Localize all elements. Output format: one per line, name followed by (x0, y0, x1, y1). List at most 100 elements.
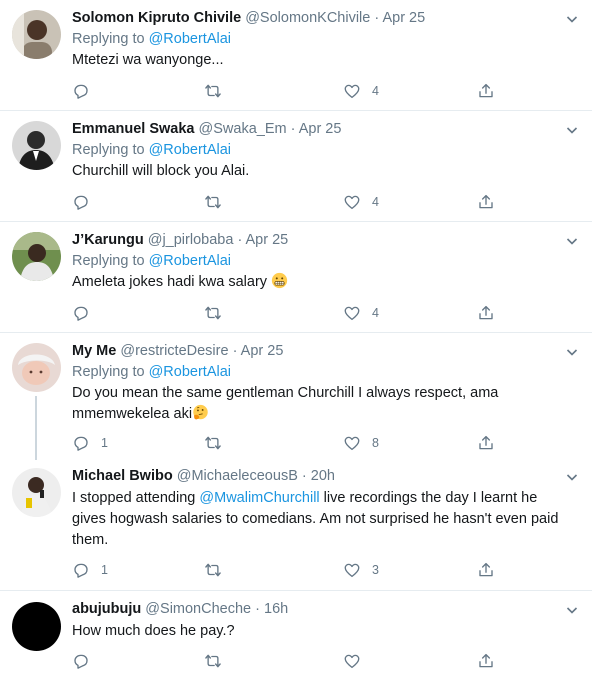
separator-dot: · (301, 468, 307, 484)
like-button[interactable]: 4 (343, 82, 379, 100)
share-button[interactable] (477, 304, 495, 322)
user-handle[interactable]: @restricteDesire (120, 343, 228, 359)
avatar-baby-icon[interactable] (12, 343, 61, 392)
display-name[interactable]: My Me (72, 343, 116, 359)
retweet-button[interactable] (204, 652, 233, 670)
retweet-button[interactable] (204, 304, 233, 322)
tweet-actions: 1 3 (72, 561, 502, 579)
like-button[interactable]: 4 (343, 193, 379, 211)
chevron-down-icon[interactable] (566, 345, 578, 357)
like-button[interactable]: 3 (343, 561, 379, 579)
chevron-down-icon[interactable] (566, 470, 578, 482)
user-handle[interactable]: @j_pirlobaba (148, 232, 234, 248)
user-handle[interactable]: @MichaeleceousB (177, 468, 298, 484)
like-button[interactable] (343, 652, 372, 670)
tweet[interactable]: abujubuju @SimonCheche · 16h How much do… (0, 591, 592, 677)
separator-dot: · (237, 232, 243, 248)
tweet[interactable]: Solomon Kipruto Chivile @SolomonKChivile… (0, 0, 592, 111)
reply-button[interactable]: 1 (72, 561, 108, 579)
replying-label: Replying to (72, 253, 145, 269)
reply-button[interactable]: 1 (72, 434, 108, 452)
tweet-actions: 4 (72, 304, 502, 322)
replying-to: Replying to @RobertAlai (72, 29, 570, 50)
retweet-icon (205, 306, 221, 320)
avatar-man-outdoor-icon[interactable] (12, 232, 61, 281)
replying-to: Replying to @RobertAlai (72, 251, 570, 272)
replying-to-link[interactable]: @RobertAlai (149, 364, 231, 380)
retweet-button[interactable] (204, 561, 233, 579)
share-icon (479, 562, 493, 577)
timestamp[interactable]: Apr 25 (246, 232, 289, 248)
share-button[interactable] (477, 82, 495, 100)
avatar-man-speaking-icon[interactable] (12, 468, 61, 517)
tweet-text-line: Ameleta jokes hadi kwa salary (72, 274, 272, 290)
retweet-icon (205, 195, 221, 209)
replying-to-link[interactable]: @RobertAlai (149, 142, 231, 158)
tweet[interactable]: Emmanuel Swaka @Swaka_Em · Apr 25 Replyi… (0, 111, 592, 222)
timestamp[interactable]: 20h (311, 468, 335, 484)
reply-button[interactable] (72, 193, 101, 211)
share-button[interactable] (477, 652, 495, 670)
retweet-button[interactable] (204, 434, 233, 452)
like-button[interactable]: 4 (343, 304, 379, 322)
chevron-down-icon[interactable] (566, 123, 578, 135)
like-count: 4 (372, 84, 379, 98)
tweet-actions (72, 652, 502, 670)
tweet[interactable]: My Me @restricteDesire · Apr 25 Replying… (0, 333, 592, 460)
user-handle[interactable]: @SolomonKChivile (245, 10, 370, 26)
display-name[interactable]: J’Karungu (72, 232, 144, 248)
separator-dot: · (374, 10, 380, 26)
display-name[interactable]: Solomon Kipruto Chivile (72, 10, 241, 26)
tweet[interactable]: J’Karungu @j_pirlobaba · Apr 25 Replying… (0, 222, 592, 333)
timestamp[interactable]: Apr 25 (299, 121, 342, 137)
tweet-text-line: them. (72, 532, 109, 548)
avatar-man-suit-icon[interactable] (12, 121, 61, 170)
thread-line (35, 396, 37, 460)
reply-button[interactable] (72, 82, 101, 100)
tweet-actions: 1 8 (72, 434, 502, 452)
user-handle[interactable]: @SimonCheche (145, 601, 251, 617)
tweet[interactable]: Michael Bwibo @MichaeleceousB · 20h I st… (0, 460, 592, 591)
chevron-down-icon[interactable] (566, 234, 578, 246)
chevron-down-icon[interactable] (566, 603, 578, 615)
timestamp[interactable]: Apr 25 (382, 10, 425, 26)
replying-to-link[interactable]: @RobertAlai (149, 253, 231, 269)
mention-link[interactable]: @MwalimChurchill (199, 490, 319, 506)
share-button[interactable] (477, 561, 495, 579)
heart-icon (344, 195, 360, 210)
reply-button[interactable] (72, 652, 101, 670)
timestamp[interactable]: Apr 25 (241, 343, 284, 359)
share-icon (479, 194, 493, 209)
share-button[interactable] (477, 193, 495, 211)
like-count: 8 (372, 436, 379, 450)
chevron-down-icon[interactable] (566, 12, 578, 24)
share-button[interactable] (477, 434, 495, 452)
retweet-button[interactable] (204, 193, 233, 211)
share-icon (479, 435, 493, 450)
retweet-icon (205, 563, 221, 577)
display-name[interactable]: Emmanuel Swaka (72, 121, 195, 137)
share-icon (479, 305, 493, 320)
reply-icon (74, 84, 88, 99)
retweet-icon (205, 436, 221, 450)
heart-icon (344, 84, 360, 99)
display-name[interactable]: Michael Bwibo (72, 468, 173, 484)
tweet-text-line: live recordings the day I learnt he (319, 490, 538, 506)
replying-to-link[interactable]: @RobertAlai (149, 31, 231, 47)
retweet-button[interactable] (204, 82, 233, 100)
reply-icon (74, 195, 88, 210)
tweet-text-line: Do you mean the same gentleman Churchill… (72, 385, 499, 401)
tweet-actions: 4 (72, 82, 502, 100)
like-button[interactable]: 8 (343, 434, 379, 452)
like-count: 4 (372, 306, 379, 320)
timestamp[interactable]: 16h (264, 601, 288, 617)
reply-button[interactable] (72, 304, 101, 322)
avatar-black-icon[interactable] (12, 602, 61, 651)
avatar-man-icon[interactable] (12, 10, 61, 59)
retweet-icon (205, 84, 221, 98)
display-name[interactable]: abujubuju (72, 601, 141, 617)
user-handle[interactable]: @Swaka_Em (199, 121, 287, 137)
replying-label: Replying to (72, 364, 145, 380)
tweet-actions: 4 (72, 193, 502, 211)
replying-label: Replying to (72, 31, 145, 47)
